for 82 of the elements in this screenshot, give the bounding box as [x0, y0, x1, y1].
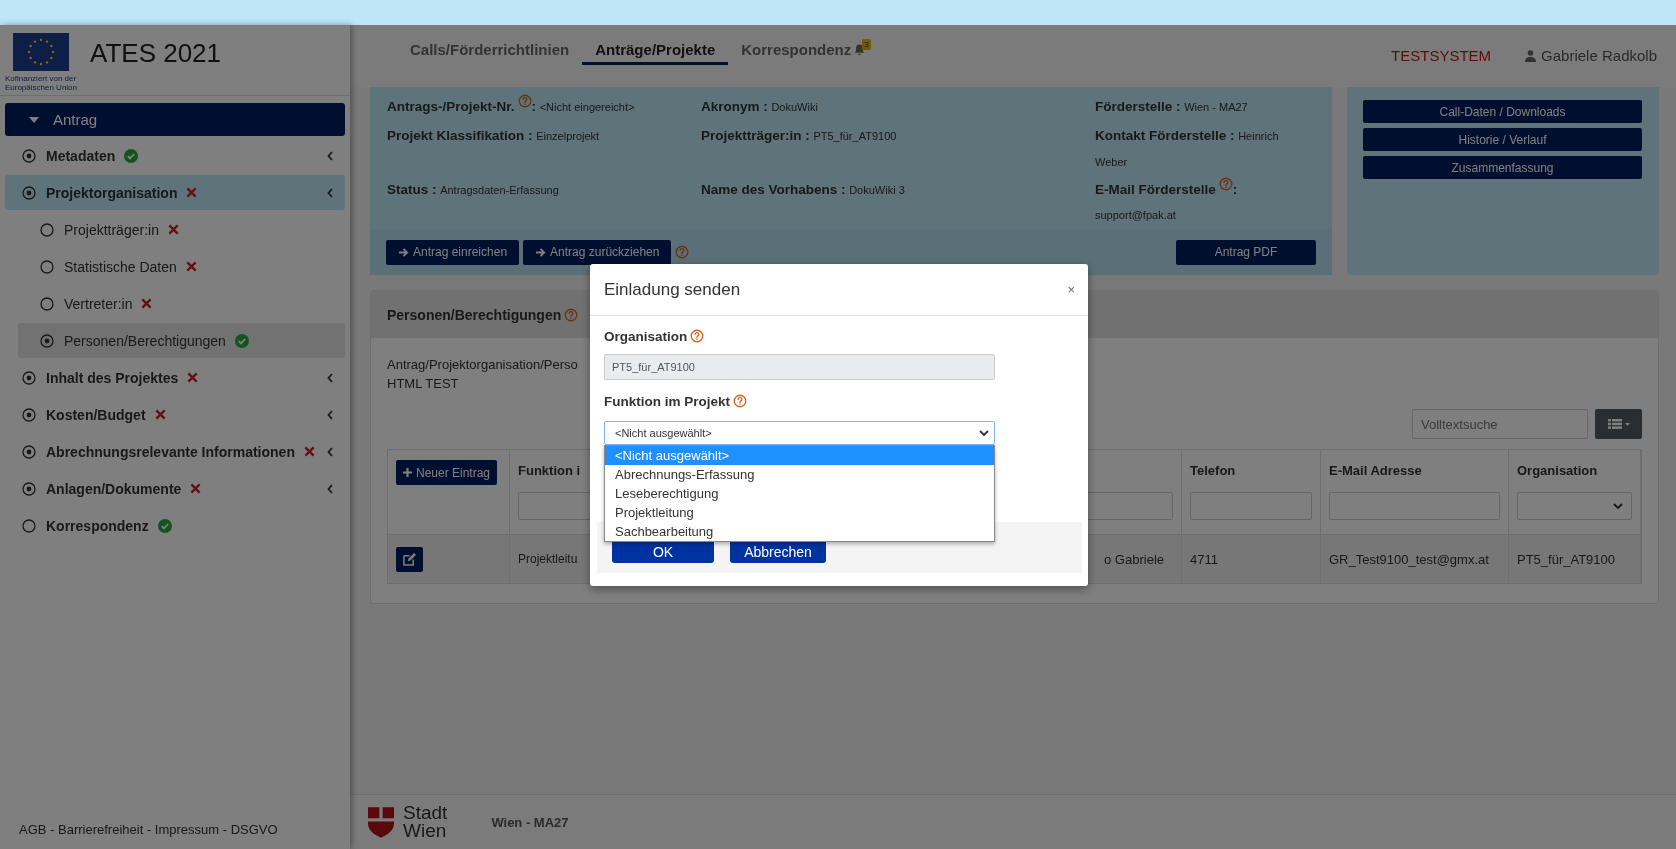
- column-header[interactable]: Organisation: [1517, 460, 1632, 492]
- field-label: Funktion im Projekt: [604, 394, 730, 409]
- info-field: Antrags-/Projekt-Nr. : <Nicht eingereicht>: [387, 94, 701, 121]
- sidebar-item[interactable]: Kosten/Budget: [5, 397, 345, 432]
- sidebar-item[interactable]: Metadaten: [5, 138, 345, 173]
- pdf-button[interactable]: Antrag PDF: [1176, 239, 1316, 265]
- sidebar-subitem[interactable]: Personen/Berechtigungen: [18, 323, 345, 358]
- table-cell: o Gabriele: [1104, 551, 1164, 567]
- dropdown-option[interactable]: <Nicht ausgewählt>: [605, 446, 994, 465]
- sidebar-subitem[interactable]: Vertreter:in: [18, 286, 345, 321]
- environment-label: TESTSYSTEM: [1391, 47, 1492, 64]
- info-field: Projekt Klassifikation : Einzelprojekt: [387, 122, 701, 176]
- table-cell: Projektleitu: [518, 552, 578, 566]
- action-button[interactable]: Antrag zurückziehen: [523, 239, 672, 265]
- user-icon: [1525, 49, 1537, 62]
- dropdown-option[interactable]: Abrechnungs-Erfassung: [605, 465, 994, 484]
- sidebar-item[interactable]: Projektorganisation: [5, 175, 345, 210]
- help-icon[interactable]: [733, 394, 747, 408]
- note-text: HTML TEST: [387, 375, 459, 393]
- info-field: Förderstelle : Wien - MA27: [1095, 94, 1295, 121]
- sidebar-item[interactable]: Abrechnungsrelevante Informationen: [5, 434, 345, 469]
- function-dropdown[interactable]: <Nicht ausgewählt>: [604, 421, 995, 445]
- panel-title: Personen/Berechtigungen: [387, 306, 562, 323]
- app-title: ATES 2021: [90, 37, 222, 69]
- side-button[interactable]: Call-Daten / Downloads: [1363, 100, 1642, 123]
- help-icon[interactable]: [517, 94, 532, 108]
- section-header[interactable]: Antrag: [5, 103, 345, 136]
- info-field: E-Mail Förderstelle : support@fpak.at: [1095, 177, 1295, 229]
- nav-tab[interactable]: Calls/Förderrichtlinien: [397, 41, 583, 65]
- column-header[interactable]: E-Mail Adresse: [1329, 460, 1500, 492]
- city-logo-text: Stadt Wien: [403, 804, 448, 840]
- user-menu[interactable]: Gabriele Radkolb: [1525, 47, 1657, 64]
- breadcrumb: Antrag/Projektorganisation/Perso: [387, 356, 578, 374]
- side-button[interactable]: Historie / Verlauf: [1363, 128, 1642, 151]
- help-icon[interactable]: [564, 307, 579, 322]
- sidebar-subitem[interactable]: Statistische Daten: [18, 249, 345, 284]
- table-cell: 4711: [1190, 551, 1218, 567]
- action-button[interactable]: Antrag einreichen: [386, 239, 520, 265]
- office-label: Wien - MA27: [491, 814, 569, 830]
- dropdown-option[interactable]: Projektleitung: [605, 503, 994, 522]
- column-menu-button[interactable]: [1595, 409, 1642, 439]
- table-cell: GR_Test9100_test@gmx.at: [1329, 551, 1489, 567]
- search-field[interactable]: Volltextsuche: [1412, 409, 1588, 439]
- eu-flag-icon: [13, 32, 69, 71]
- sidebar-subitem[interactable]: Projektträger:in: [18, 212, 345, 247]
- field-label: Organisation: [604, 329, 688, 344]
- shield-icon: [368, 806, 394, 838]
- filter-dropdown[interactable]: [1517, 492, 1632, 520]
- dialog-title: Einladung senden: [604, 279, 741, 300]
- nav-tab[interactable]: Korrespondenz 3: [728, 41, 884, 65]
- nav-tab[interactable]: Anträge/Projekte: [582, 41, 729, 65]
- plus-icon: [403, 468, 412, 477]
- dropdown-option[interactable]: Leseberechtigung: [605, 484, 994, 503]
- caret-icon: [29, 116, 39, 123]
- info-field: Name des Vorhabens : DokuWiki 3: [701, 177, 1095, 229]
- info-field: Projektträger:in : PT5_für_AT9100: [701, 122, 1095, 176]
- info-field: Kontakt Förderstelle : Heinrich Weber: [1095, 122, 1295, 176]
- notification-badge: 3: [862, 39, 871, 50]
- help-icon[interactable]: [675, 245, 690, 259]
- edit-button[interactable]: [396, 546, 423, 572]
- edit-icon: [403, 552, 416, 566]
- chevron-down-icon: [1613, 503, 1623, 509]
- column-header[interactable]: Telefon: [1190, 460, 1312, 492]
- side-button[interactable]: Zusammenfassung: [1363, 156, 1642, 179]
- filter-field[interactable]: [1190, 492, 1312, 520]
- logo-caption: Kofinanziert von der Europäischen Union: [4, 73, 77, 92]
- filter-field[interactable]: [1329, 492, 1500, 520]
- chevron-down-icon: [979, 430, 989, 436]
- arrow-right-icon: [535, 246, 547, 258]
- sidebar-item[interactable]: Anlagen/Dokumente: [5, 471, 345, 506]
- arrow-right-icon: [398, 246, 409, 258]
- table-icon: [1607, 419, 1630, 429]
- sidebar-item[interactable]: Inhalt des Projektes: [5, 360, 345, 395]
- table-cell: PT5_für_AT9100: [1517, 551, 1616, 567]
- info-field: Status : Antragsdaten-Erfassung: [387, 177, 701, 229]
- sidebar-item[interactable]: Korrespondenz: [5, 508, 345, 543]
- help-icon[interactable]: [1218, 177, 1233, 192]
- footer-links[interactable]: AGB - Barrierefreiheit - Impressum - DSGVO: [0, 822, 350, 849]
- close-button[interactable]: ×: [1067, 282, 1075, 297]
- new-entry-button[interactable]: Neuer Eintrag: [396, 460, 498, 485]
- bell-icon: [854, 44, 866, 56]
- info-field: Akronym : DokuWiki: [701, 94, 1095, 121]
